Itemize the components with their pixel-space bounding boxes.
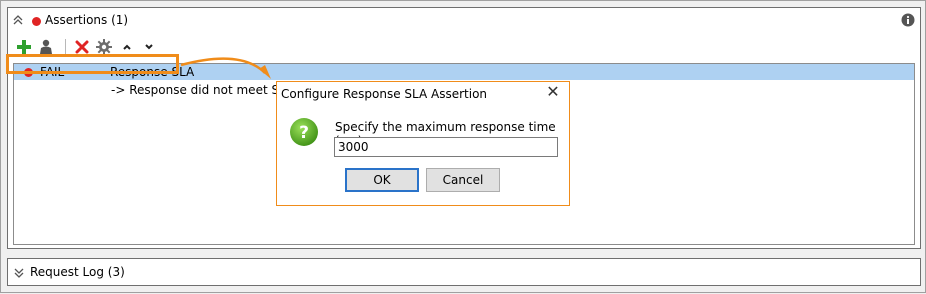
assertion-message: -> Response did not meet SLA xyxy=(111,83,295,97)
add-icon xyxy=(17,40,31,54)
move-up-icon xyxy=(123,44,131,50)
request-log-title: Request Log (3) xyxy=(30,265,125,279)
expand-chevron-icon[interactable] xyxy=(13,267,25,279)
ok-button[interactable]: OK xyxy=(345,168,419,192)
assertions-panel-title: Assertions (1) xyxy=(45,13,129,27)
max-response-time-input[interactable] xyxy=(334,137,558,157)
user-icon xyxy=(40,39,52,54)
configure-sla-dialog: Configure Response SLA Assertion ✕ ? Spe… xyxy=(276,81,570,206)
svg-text:?: ? xyxy=(299,123,309,143)
request-log-panel[interactable]: Request Log (3) xyxy=(7,258,921,286)
callout-highlight-box xyxy=(6,54,179,74)
window-frame: Assertions (1) FAIL Response SLA -> Resp… xyxy=(0,0,926,293)
cancel-button[interactable]: Cancel xyxy=(426,168,500,192)
question-icon: ? xyxy=(289,117,319,147)
assertions-panel-header[interactable]: Assertions (1) xyxy=(8,8,920,34)
move-down-icon xyxy=(145,44,153,50)
info-icon[interactable] xyxy=(901,13,915,27)
toolbar-separator xyxy=(65,39,66,55)
delete-icon xyxy=(75,40,89,54)
collapse-chevron-icon[interactable] xyxy=(12,14,24,26)
close-icon[interactable]: ✕ xyxy=(545,84,561,100)
dialog-title: Configure Response SLA Assertion xyxy=(281,87,488,101)
fail-status-icon xyxy=(32,17,41,26)
gear-icon xyxy=(96,39,112,55)
